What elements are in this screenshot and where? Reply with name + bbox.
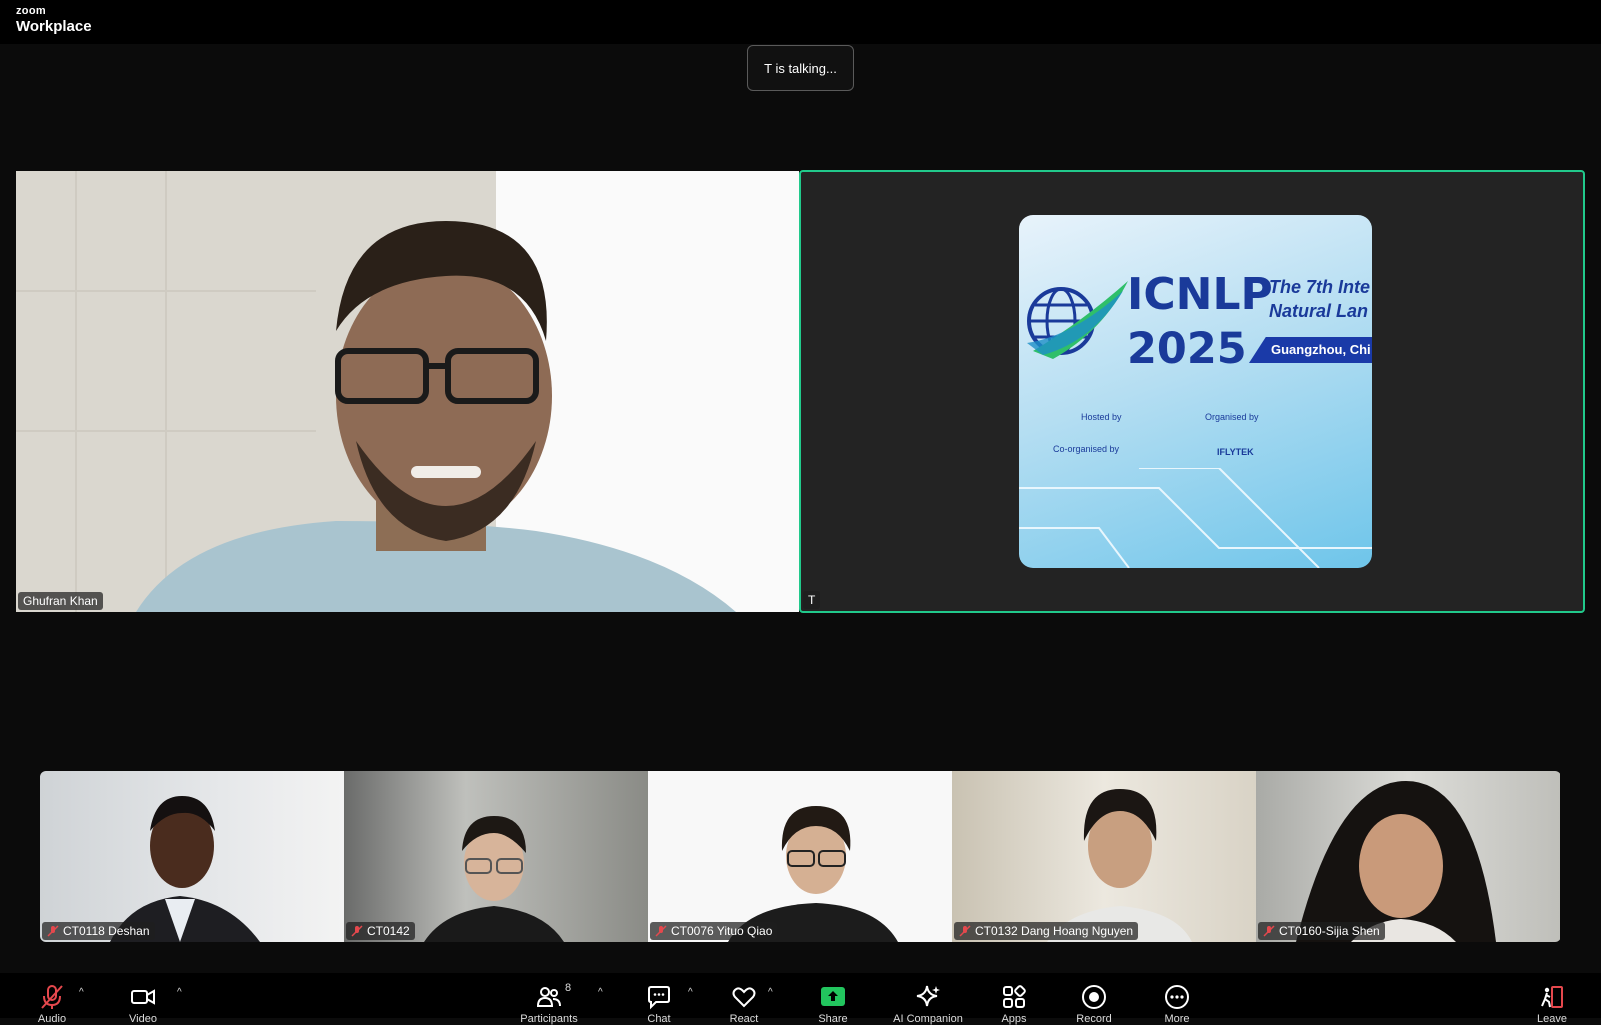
participant-video bbox=[424, 816, 564, 942]
record-icon bbox=[1082, 985, 1106, 1009]
chat-icon bbox=[648, 986, 670, 1010]
participant-video bbox=[1296, 781, 1496, 942]
participant-video bbox=[110, 796, 260, 942]
apps-label: Apps bbox=[1001, 1013, 1027, 1025]
ai-sparkle-icon bbox=[916, 985, 940, 1007]
chat-button[interactable]: Chat bbox=[624, 973, 694, 1025]
participant-video bbox=[1047, 789, 1192, 942]
participant-name: CT0142 bbox=[367, 924, 410, 938]
mic-muted-icon bbox=[351, 925, 363, 937]
react-options-chevron-icon[interactable]: ^ bbox=[768, 987, 773, 998]
video-tile-thumb-4[interactable]: CT0132 Dang Hoang Nguyen bbox=[952, 771, 1256, 942]
chat-label: Chat bbox=[647, 1013, 671, 1025]
title-bar: zoom Workplace bbox=[0, 0, 1601, 44]
participants-count: 8 bbox=[565, 982, 572, 994]
slide-co-organised-by: Co-organised by bbox=[1053, 444, 1120, 454]
slide-subtitle-1: The 7th Inte bbox=[1269, 277, 1371, 297]
participants-label: Participants bbox=[520, 1013, 578, 1025]
audio-button[interactable]: Audio bbox=[17, 973, 87, 1025]
share-label: Share bbox=[818, 1013, 848, 1025]
slide-decoration bbox=[1019, 468, 1372, 568]
react-button[interactable]: React bbox=[709, 973, 779, 1025]
record-label: Record bbox=[1076, 1013, 1112, 1025]
apps-button[interactable]: Apps bbox=[979, 973, 1049, 1025]
video-tile-thumb-2[interactable]: CT0142 bbox=[344, 771, 648, 942]
apps-icon bbox=[1003, 985, 1026, 1008]
participants-icon bbox=[536, 987, 561, 1007]
mic-muted-icon bbox=[47, 925, 59, 937]
participants-options-chevron-icon[interactable]: ^ bbox=[598, 987, 603, 998]
slide-city-banner: Guangzhou, Chi bbox=[1249, 337, 1372, 363]
zoom-workplace-logo: zoom Workplace bbox=[16, 5, 92, 35]
react-label: React bbox=[729, 1013, 759, 1025]
mic-muted-icon bbox=[655, 925, 667, 937]
slide-title: ICNLP bbox=[1127, 269, 1273, 320]
ai-companion-button[interactable]: AI Companion bbox=[893, 973, 963, 1025]
video-tile-thumb-3[interactable]: CT0076 Yituo Qiao bbox=[648, 771, 952, 942]
video-tile-thumb-1[interactable]: CT0118 Deshan bbox=[40, 771, 344, 942]
mic-muted-icon bbox=[959, 925, 971, 937]
participant-video bbox=[728, 806, 898, 942]
video-button[interactable]: Video bbox=[108, 973, 178, 1025]
video-camera-icon bbox=[131, 989, 155, 1005]
video-tile-thumb-5[interactable]: CT0160-Sijia Shen bbox=[1256, 771, 1560, 942]
slide-iflytek: IFLYTEK bbox=[1217, 447, 1254, 457]
participant-name-tag: CT0142 bbox=[346, 922, 415, 940]
leave-label: Leave bbox=[1537, 1013, 1567, 1025]
brand-large: Workplace bbox=[16, 18, 92, 35]
shared-slide: ICNLP 2025 The 7th Inte Natural Lan Guan… bbox=[1019, 215, 1372, 568]
chat-options-chevron-icon[interactable]: ^ bbox=[688, 987, 693, 998]
meeting-toolbar: Audio ^ Video ^ Participants 8 ^ Chat ^ … bbox=[0, 973, 1601, 1025]
participant-name: CT0160-Sijia Shen bbox=[1279, 924, 1380, 938]
share-button[interactable]: Share bbox=[798, 973, 868, 1025]
talking-indicator: T is talking... bbox=[747, 45, 854, 91]
participant-name-tag: CT0132 Dang Hoang Nguyen bbox=[954, 922, 1139, 940]
more-button[interactable]: More bbox=[1142, 973, 1212, 1025]
participant-name-tag: Ghufran Khan bbox=[18, 592, 103, 610]
record-button[interactable]: Record bbox=[1059, 973, 1129, 1025]
video-label: Video bbox=[129, 1013, 157, 1025]
slide-year: 2025 bbox=[1127, 324, 1247, 374]
participant-name-tag: T bbox=[803, 591, 821, 609]
participant-name: CT0076 Yituo Qiao bbox=[671, 924, 773, 938]
participant-name-tag: CT0160-Sijia Shen bbox=[1258, 922, 1385, 940]
slide-organised-by: Organised by bbox=[1205, 412, 1259, 422]
mic-muted-icon bbox=[41, 985, 63, 1009]
more-icon bbox=[1165, 985, 1189, 1009]
participant-name: Ghufran Khan bbox=[23, 594, 98, 608]
mic-muted-icon bbox=[1263, 925, 1275, 937]
participant-name: T bbox=[808, 593, 816, 607]
leave-icon bbox=[1541, 986, 1563, 1008]
ai-companion-label: AI Companion bbox=[893, 1013, 963, 1025]
heart-icon bbox=[732, 987, 756, 1008]
participant-video bbox=[16, 171, 799, 612]
slide-hosted-by: Hosted by bbox=[1081, 412, 1122, 422]
share-screen-icon bbox=[821, 987, 845, 1006]
audio-label: Audio bbox=[37, 1013, 67, 1025]
participants-button[interactable]: Participants bbox=[514, 973, 584, 1025]
leave-button[interactable]: Leave bbox=[1517, 973, 1587, 1025]
participant-name-tag: CT0076 Yituo Qiao bbox=[650, 922, 778, 940]
audio-options-chevron-icon[interactable]: ^ bbox=[79, 987, 84, 998]
slide-subtitle-2: Natural Lan bbox=[1269, 301, 1369, 321]
globe-icon bbox=[1027, 281, 1128, 359]
participant-name: CT0132 Dang Hoang Nguyen bbox=[975, 924, 1134, 938]
brand-small: zoom bbox=[16, 5, 46, 17]
more-label: More bbox=[1164, 1013, 1190, 1025]
video-tile-ghufran-khan[interactable]: Ghufran Khan bbox=[16, 171, 799, 612]
participant-name-tag: CT0118 Deshan bbox=[42, 922, 155, 940]
video-options-chevron-icon[interactable]: ^ bbox=[177, 987, 182, 998]
video-tile-t[interactable]: ICNLP 2025 The 7th Inte Natural Lan Guan… bbox=[799, 170, 1585, 613]
participant-name: CT0118 Deshan bbox=[63, 924, 150, 938]
gallery-strip: CT0118 Deshan CT0142 CT0076 Yituo Qiao C… bbox=[40, 771, 1561, 942]
